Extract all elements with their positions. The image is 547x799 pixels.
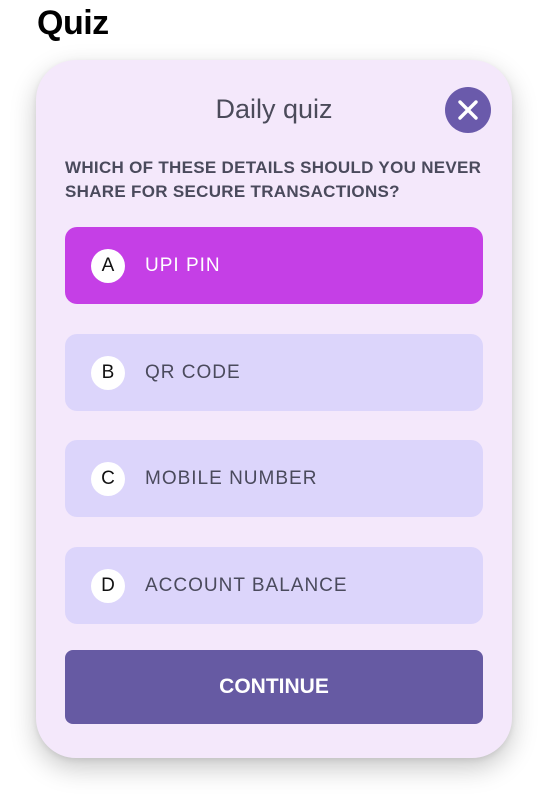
close-icon xyxy=(457,99,479,121)
option-label: UPI PIN xyxy=(145,254,221,276)
continue-button[interactable]: CONTINUE xyxy=(65,650,483,724)
option-letter-badge: B xyxy=(91,355,125,390)
close-button[interactable] xyxy=(445,87,491,133)
page-title: Quiz xyxy=(37,4,109,42)
option-d[interactable]: D ACCOUNT BALANCE xyxy=(65,547,483,624)
quiz-card: Daily quiz WHICH OF THESE DETAILS SHOULD… xyxy=(36,60,512,758)
option-letter-badge: D xyxy=(91,568,125,603)
option-a[interactable]: A UPI PIN xyxy=(65,227,483,304)
option-c[interactable]: C MOBILE NUMBER xyxy=(65,440,483,517)
quiz-title: Daily quiz xyxy=(215,94,333,124)
option-letter-badge: A xyxy=(91,248,125,283)
option-label: ACCOUNT BALANCE xyxy=(145,574,348,596)
option-letter-badge: C xyxy=(91,461,125,496)
quiz-screen: Quiz Daily quiz WHICH OF THESE DETAILS S… xyxy=(0,0,547,799)
option-label: MOBILE NUMBER xyxy=(145,467,318,489)
option-b[interactable]: B QR CODE xyxy=(65,334,483,411)
option-label: QR CODE xyxy=(145,361,241,383)
question-text: WHICH OF THESE DETAILS SHOULD YOU NEVER … xyxy=(65,158,482,201)
